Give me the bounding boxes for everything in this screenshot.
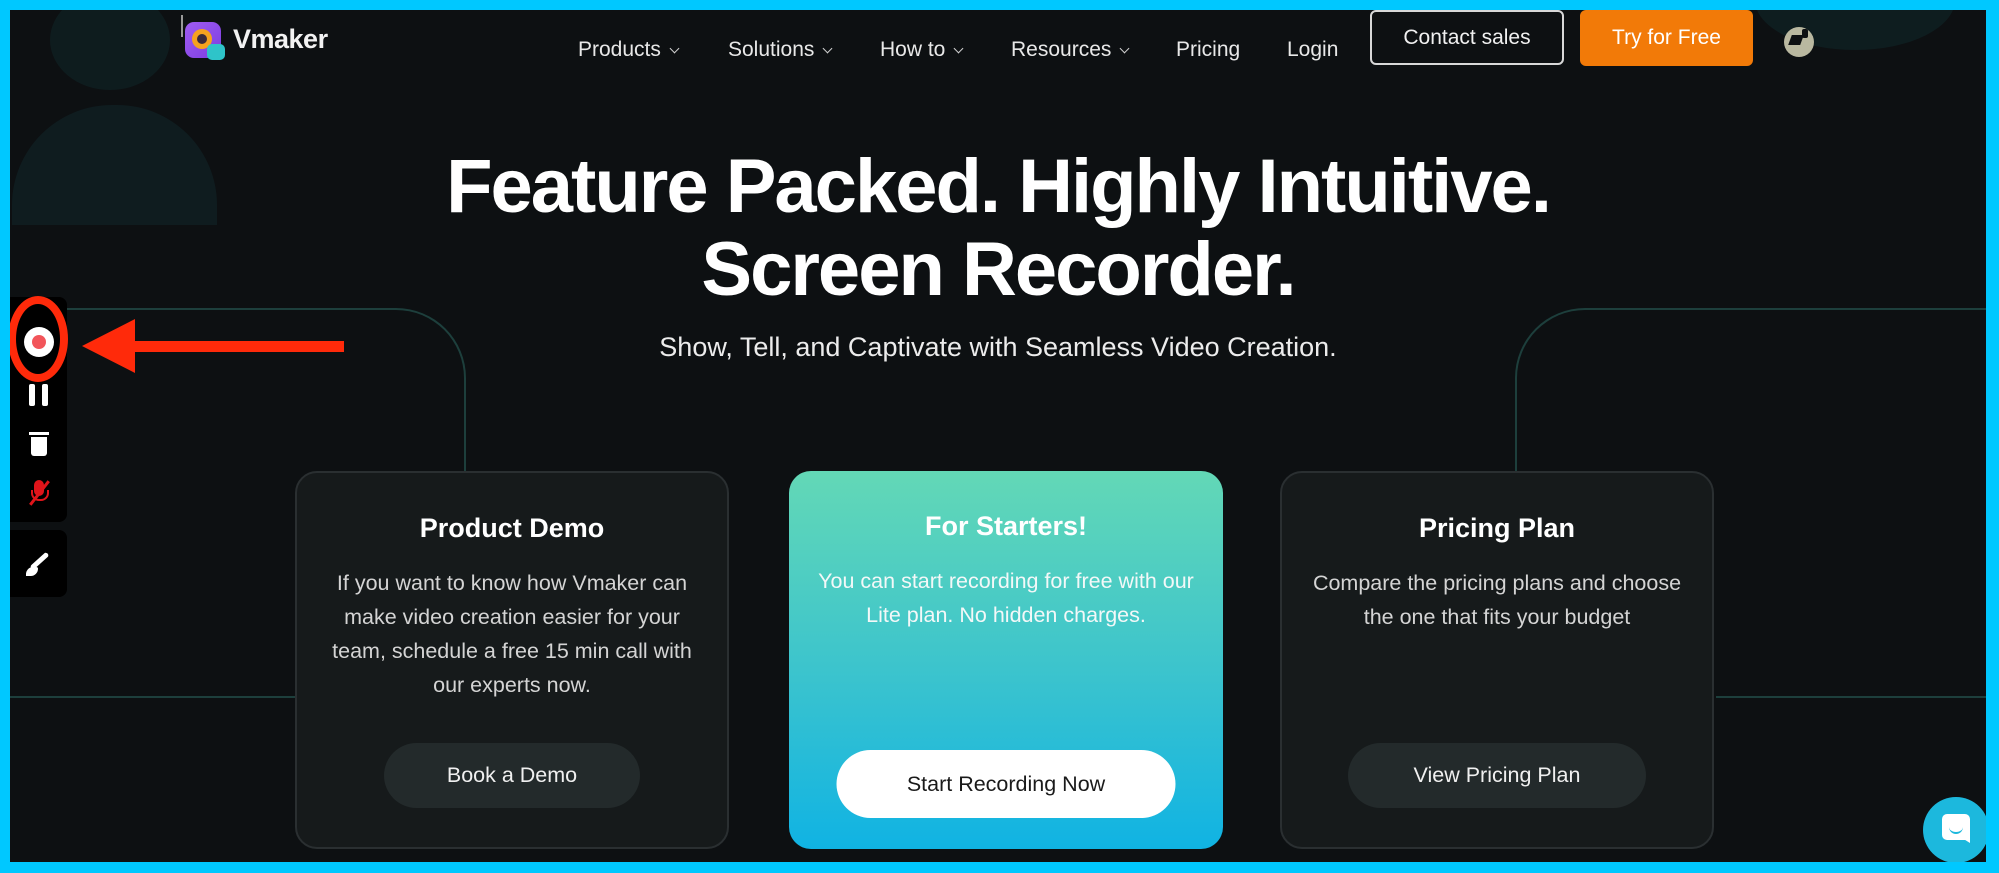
nav-label: Pricing	[1176, 38, 1241, 61]
for-starters-card: For Starters! You can start recording fo…	[789, 471, 1223, 849]
pricing-plan-card: Pricing Plan Compare the pricing plans a…	[1280, 471, 1714, 849]
mic-toggle-button[interactable]	[10, 477, 67, 509]
pause-icon	[29, 384, 48, 406]
contact-sales-button[interactable]: Contact sales	[1370, 10, 1564, 65]
hero-title: Feature Packed. Highly Intuitive. Screen…	[10, 145, 1986, 311]
nav-label: Solutions	[728, 38, 815, 61]
chevron-down-icon	[669, 43, 680, 53]
try-for-free-button[interactable]: Try for Free	[1580, 10, 1753, 66]
card-body: You can start recording for free with ou…	[818, 569, 1194, 627]
annotation-arrow-shaft	[130, 341, 344, 352]
card-body: Compare the pricing plans and choose the…	[1312, 571, 1682, 629]
bg-line-decoration	[1716, 696, 1986, 698]
globe-icon[interactable]	[1784, 27, 1814, 57]
nav-login[interactable]: Login	[1287, 30, 1338, 70]
nav-products[interactable]: Products	[578, 30, 680, 70]
card-title: For Starters!	[924, 511, 1088, 541]
vmaker-logo-icon	[181, 15, 225, 60]
chevron-down-icon	[822, 43, 833, 53]
card-title: Product Demo	[419, 513, 605, 543]
bg-decoration	[50, 10, 170, 90]
product-demo-card: Product Demo If you want to know how Vma…	[295, 471, 729, 849]
draw-button[interactable]	[10, 548, 67, 580]
nav-label: Login	[1287, 38, 1339, 61]
start-recording-button[interactable]: Start Recording Now	[836, 750, 1176, 818]
annotation-arrow-head	[82, 319, 135, 373]
chat-bubble-icon	[1942, 814, 1970, 843]
brush-icon	[25, 551, 52, 577]
nav-pricing[interactable]: Pricing	[1176, 30, 1240, 70]
chevron-down-icon	[1119, 43, 1130, 53]
hero-title-line: Feature Packed. Highly Intuitive.	[446, 144, 1552, 229]
book-demo-button[interactable]: Book a Demo	[384, 743, 640, 808]
brand-name: Vmaker	[233, 23, 328, 54]
nav-how-to[interactable]: How to	[880, 30, 964, 70]
view-pricing-button[interactable]: View Pricing Plan	[1348, 743, 1646, 808]
card-body: If you want to know how Vmaker can make …	[332, 571, 692, 697]
brand-logo[interactable]: Vmaker	[181, 15, 328, 60]
mic-muted-icon	[28, 480, 50, 506]
chevron-down-icon	[953, 43, 964, 53]
trash-icon	[28, 432, 49, 456]
nav-label: How to	[880, 38, 946, 61]
delete-recording-button[interactable]	[10, 429, 67, 459]
drawing-toolbar	[10, 530, 67, 597]
pause-button[interactable]	[10, 380, 67, 410]
card-title: Pricing Plan	[1418, 513, 1576, 543]
bg-line-decoration	[10, 696, 300, 698]
nav-resources[interactable]: Resources	[1011, 30, 1130, 70]
page-frame: Vmaker Products Solutions How to Resourc…	[10, 10, 1986, 862]
nav-label: Resources	[1011, 38, 1112, 61]
nav-label: Products	[578, 38, 661, 61]
hero-title-line: Screen Recorder.	[701, 227, 1296, 312]
chat-launcher-button[interactable]	[1923, 797, 1986, 862]
annotation-highlight-ellipse	[10, 296, 68, 382]
nav-solutions[interactable]: Solutions	[728, 30, 833, 70]
